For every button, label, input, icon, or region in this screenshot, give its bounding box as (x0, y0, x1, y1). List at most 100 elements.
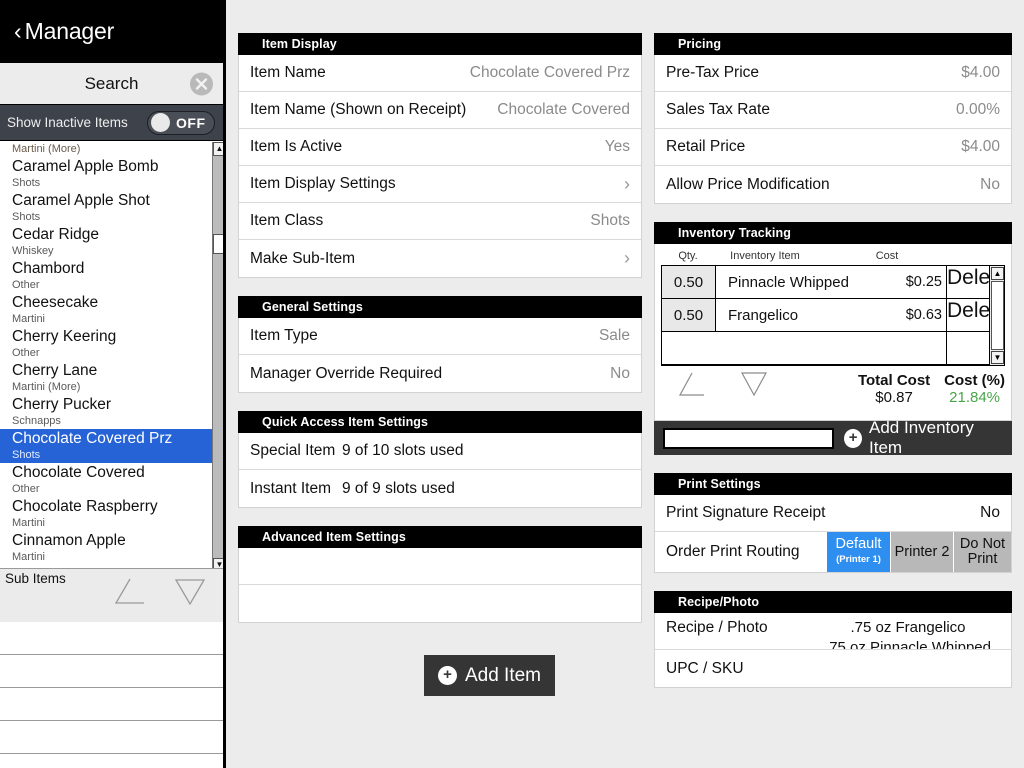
row-value: $4.00 (961, 138, 1000, 155)
row-item-name[interactable]: Item Name Chocolate Covered Prz (239, 55, 641, 92)
scroll-up-icon[interactable]: ▲ (213, 142, 223, 156)
list-item-subtitle: Martini (12, 551, 46, 563)
table-row[interactable]: 0.50 Frangelico $0.63 Delete (662, 299, 1004, 332)
row-print-signature-receipt[interactable]: Print Signature Receipt No (655, 495, 1011, 532)
clear-search-icon[interactable] (190, 72, 213, 95)
cell-cost (868, 332, 946, 364)
row-special-item[interactable]: Special Item 9 of 10 slots used (239, 433, 641, 470)
routing-option-default[interactable]: Default (Printer 1) (826, 532, 890, 572)
quick-access-panel-body: Special Item 9 of 10 slots used Instant … (238, 433, 642, 508)
row-allow-price-modification[interactable]: Allow Price Modification No (655, 166, 1011, 203)
row-pre-tax-price[interactable]: Pre-Tax Price $4.00 (655, 55, 1011, 92)
show-inactive-items-toggle[interactable]: OFF (147, 110, 215, 135)
pricing-panel: Pricing Pre-Tax Price $4.00 Sales Tax Ra… (654, 33, 1012, 204)
list-item-subtitle: Other (12, 279, 40, 291)
row-upc-sku[interactable]: UPC / SKU (655, 650, 1011, 687)
scrollbar-thumb[interactable] (213, 234, 223, 254)
row-label: Item Type (250, 327, 318, 344)
add-inventory-item-button[interactable]: Add Inventory Item (869, 418, 1003, 458)
column-header-cost: Cost (875, 250, 899, 262)
pricing-panel-header: Pricing (654, 33, 1012, 55)
row-sales-tax-rate[interactable]: Sales Tax Rate 0.00% (655, 92, 1011, 129)
list-item-name: Caramel Apple Bomb (12, 158, 159, 175)
list-item-name: Cheesecake (12, 294, 99, 311)
row-item-name-receipt[interactable]: Item Name (Shown on Receipt) Chocolate C… (239, 92, 641, 129)
back-chevron-icon[interactable]: ‹ (14, 19, 22, 43)
list-item[interactable]: Chocolate Raspberry Martini (0, 497, 212, 531)
right-column: Pricing Pre-Tax Price $4.00 Sales Tax Ra… (654, 33, 1012, 706)
routing-option-default-label: Default (835, 536, 882, 552)
inventory-table-scrollbar[interactable]: ▲ ▼ (989, 266, 1004, 365)
show-inactive-items-row[interactable]: Show Inactive Items OFF (0, 105, 223, 141)
recipe-photo-panel-header: Recipe/Photo (654, 591, 1012, 613)
row-manager-override[interactable]: Manager Override Required No (239, 355, 641, 392)
row-advanced-1[interactable] (239, 548, 641, 585)
list-item[interactable]: Cherry Lane Martini (More) (0, 361, 212, 395)
list-item[interactable]: Cherry Keering Other (0, 327, 212, 361)
sub-item-row[interactable] (0, 622, 223, 655)
list-item[interactable]: Caramel Apple Bomb Shots (0, 157, 212, 191)
list-item-name: Cherry Keering (12, 328, 117, 345)
print-routing-segmented-control[interactable]: Default (Printer 1) Printer 2 Do Not Pri… (826, 532, 1011, 572)
row-make-sub-item[interactable]: Make Sub-Item › (239, 240, 641, 277)
row-label: Retail Price (666, 138, 746, 155)
list-item[interactable]: Cinnamon Apple Martini (0, 531, 212, 565)
list-item[interactable]: Chambord Other (0, 259, 212, 293)
row-item-is-active[interactable]: Item Is Active Yes (239, 129, 641, 166)
routing-option-do-not-print[interactable]: Do Not Print (953, 532, 1011, 572)
list-item-name: Chocolate Raspberry (12, 498, 158, 515)
move-down-arrow-icon[interactable] (170, 576, 210, 606)
row-retail-price[interactable]: Retail Price $4.00 (655, 129, 1011, 166)
row-recipe-photo[interactable]: Recipe / Photo .75 oz Frangelico .75 oz … (655, 613, 1011, 650)
row-instant-item[interactable]: Instant Item 9 of 9 slots used (239, 470, 641, 507)
plus-icon: + (437, 666, 457, 685)
item-display-panel: Item Display Item Name Chocolate Covered… (238, 33, 642, 278)
scroll-down-icon[interactable]: ▼ (991, 351, 1004, 364)
row-advanced-2[interactable] (239, 585, 641, 622)
inventory-table: 0.50 Pinnacle Whipped $0.25 Delete 0.50 … (661, 265, 1005, 366)
item-list-scrollbar[interactable]: ▲ ▼ (212, 142, 223, 572)
add-item-button[interactable]: + Add Item (424, 655, 555, 696)
column-header-qty: Qty. (678, 250, 698, 262)
list-item[interactable]: Caramel Apple Shot Shots (0, 191, 212, 225)
list-item-subtitle: Whiskey (12, 245, 54, 257)
list-item-subtitle: Martini (More) (12, 381, 81, 393)
scrollbar-thumb[interactable] (991, 281, 1004, 350)
item-list[interactable]: Martini (More) Caramel Apple Bomb Shots … (0, 142, 212, 572)
row-item-type[interactable]: Item Type Sale (239, 318, 641, 355)
sub-items-list[interactable] (0, 622, 223, 754)
row-value: 9 of 10 slots used (342, 442, 464, 459)
qty-down-arrow-icon[interactable] (737, 370, 771, 398)
table-row[interactable]: 0.50 Pinnacle Whipped $0.25 Delete (662, 266, 1004, 299)
scroll-up-icon[interactable]: ▲ (991, 267, 1004, 280)
list-item[interactable]: Cheesecake Martini (0, 293, 212, 327)
close-icon-svg (190, 72, 213, 95)
list-item[interactable]: Chocolate Covered Other (0, 463, 212, 497)
row-value: No (980, 504, 1000, 521)
qty-up-arrow-icon[interactable] (675, 370, 709, 398)
table-row-empty[interactable] (662, 332, 1004, 365)
list-item[interactable]: Cherry Pucker Schnapps (0, 395, 212, 429)
add-inventory-input[interactable] (663, 427, 835, 449)
cell-inventory-item: Frangelico (728, 306, 799, 324)
row-value: Chocolate Covered (497, 101, 630, 118)
list-item[interactable]: Cedar Ridge Whiskey (0, 225, 212, 259)
add-inventory-bar: + Add Inventory Item (654, 418, 1012, 458)
list-item-selected[interactable]: Chocolate Covered Prz Shots (0, 429, 212, 463)
row-label: Item Name (Shown on Receipt) (250, 101, 467, 118)
move-up-arrow-icon[interactable] (110, 576, 150, 606)
row-item-display-settings[interactable]: Item Display Settings › (239, 166, 641, 203)
search-input[interactable]: Search (0, 62, 223, 105)
recipe-line-1: .75 oz Frangelico (850, 619, 966, 636)
cost-percent: Cost (%) 21.84% (944, 372, 1005, 412)
list-item-subtitle: Shots (12, 177, 41, 189)
sub-item-row[interactable] (0, 655, 223, 688)
list-item[interactable]: Martini (More) (0, 142, 212, 157)
sub-item-row[interactable] (0, 721, 223, 754)
routing-option-printer2[interactable]: Printer 2 (890, 532, 953, 572)
left-column: Item Display Item Name Chocolate Covered… (238, 33, 642, 641)
sub-item-row[interactable] (0, 688, 223, 721)
row-item-class[interactable]: Item Class Shots (239, 203, 641, 240)
routing-option-do-not-print-label-a: Do Not (959, 536, 1006, 552)
inventory-tracking-panel-body: Qty. Inventory Item Cost 0.50 Pinnacle W… (654, 244, 1012, 421)
